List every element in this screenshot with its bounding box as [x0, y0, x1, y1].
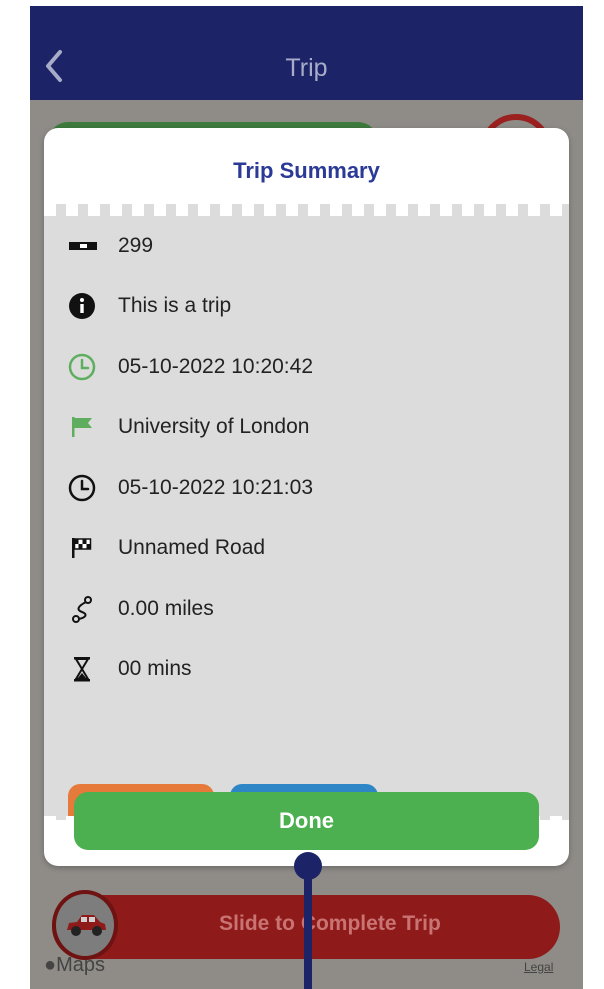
- end-time-row: 05-10-2022 10:21:03: [68, 468, 538, 508]
- perforated-edge-top: [44, 204, 569, 216]
- end-location: Unnamed Road: [118, 536, 266, 559]
- trip-id-row: 299: [68, 226, 538, 266]
- checkered-flag-icon: [72, 538, 92, 558]
- end-location-row: Unnamed Road: [68, 528, 538, 568]
- start-time: 05-10-2022 10:20:42: [118, 355, 313, 378]
- nav-bar: Trip: [30, 6, 583, 100]
- start-location-row: University of London: [68, 407, 538, 447]
- summary-content: 299 This is a trip 05-10-2022 10:20:42 U…: [44, 204, 569, 830]
- flag-icon: [72, 417, 92, 437]
- clock-icon: [68, 353, 96, 381]
- start-location: University of London: [118, 415, 310, 438]
- slider-handle[interactable]: [294, 852, 322, 880]
- legal-link[interactable]: Legal: [524, 960, 553, 974]
- trip-description: This is a trip: [118, 294, 232, 317]
- modal-title: Trip Summary: [233, 158, 380, 183]
- hourglass-icon: [74, 657, 90, 682]
- duration: 00 mins: [118, 657, 192, 680]
- route-icon: [72, 596, 92, 623]
- info-icon: [69, 293, 95, 319]
- card-icon: [69, 242, 97, 250]
- car-icon: [67, 915, 106, 936]
- slider-handle-stem: [304, 870, 312, 989]
- done-button[interactable]: Done: [74, 792, 539, 850]
- slide-to-complete-label: Slide to Complete Trip: [219, 912, 441, 935]
- start-time-row: 05-10-2022 10:20:42: [68, 347, 538, 387]
- clock-icon: [68, 474, 96, 502]
- nav-title: Trip: [285, 54, 328, 82]
- maps-logo: ●Maps: [44, 954, 105, 977]
- slide-knob[interactable]: [52, 890, 118, 960]
- apple-logo-icon: ●: [44, 954, 57, 976]
- end-time: 05-10-2022 10:21:03: [118, 476, 313, 499]
- distance: 0.00 miles: [118, 597, 214, 620]
- distance-row: 0.00 miles: [68, 589, 538, 629]
- trip-id: 299: [118, 234, 154, 257]
- trip-summary-modal: Trip Summary 299 This is a trip 05-10-20…: [44, 128, 569, 866]
- maps-logo-label: Maps: [56, 954, 105, 976]
- duration-row: 00 mins: [68, 649, 538, 689]
- page: Trip Slide to Complete Trip ●Maps Legal …: [0, 0, 604, 989]
- trip-description-row: This is a trip: [68, 286, 538, 326]
